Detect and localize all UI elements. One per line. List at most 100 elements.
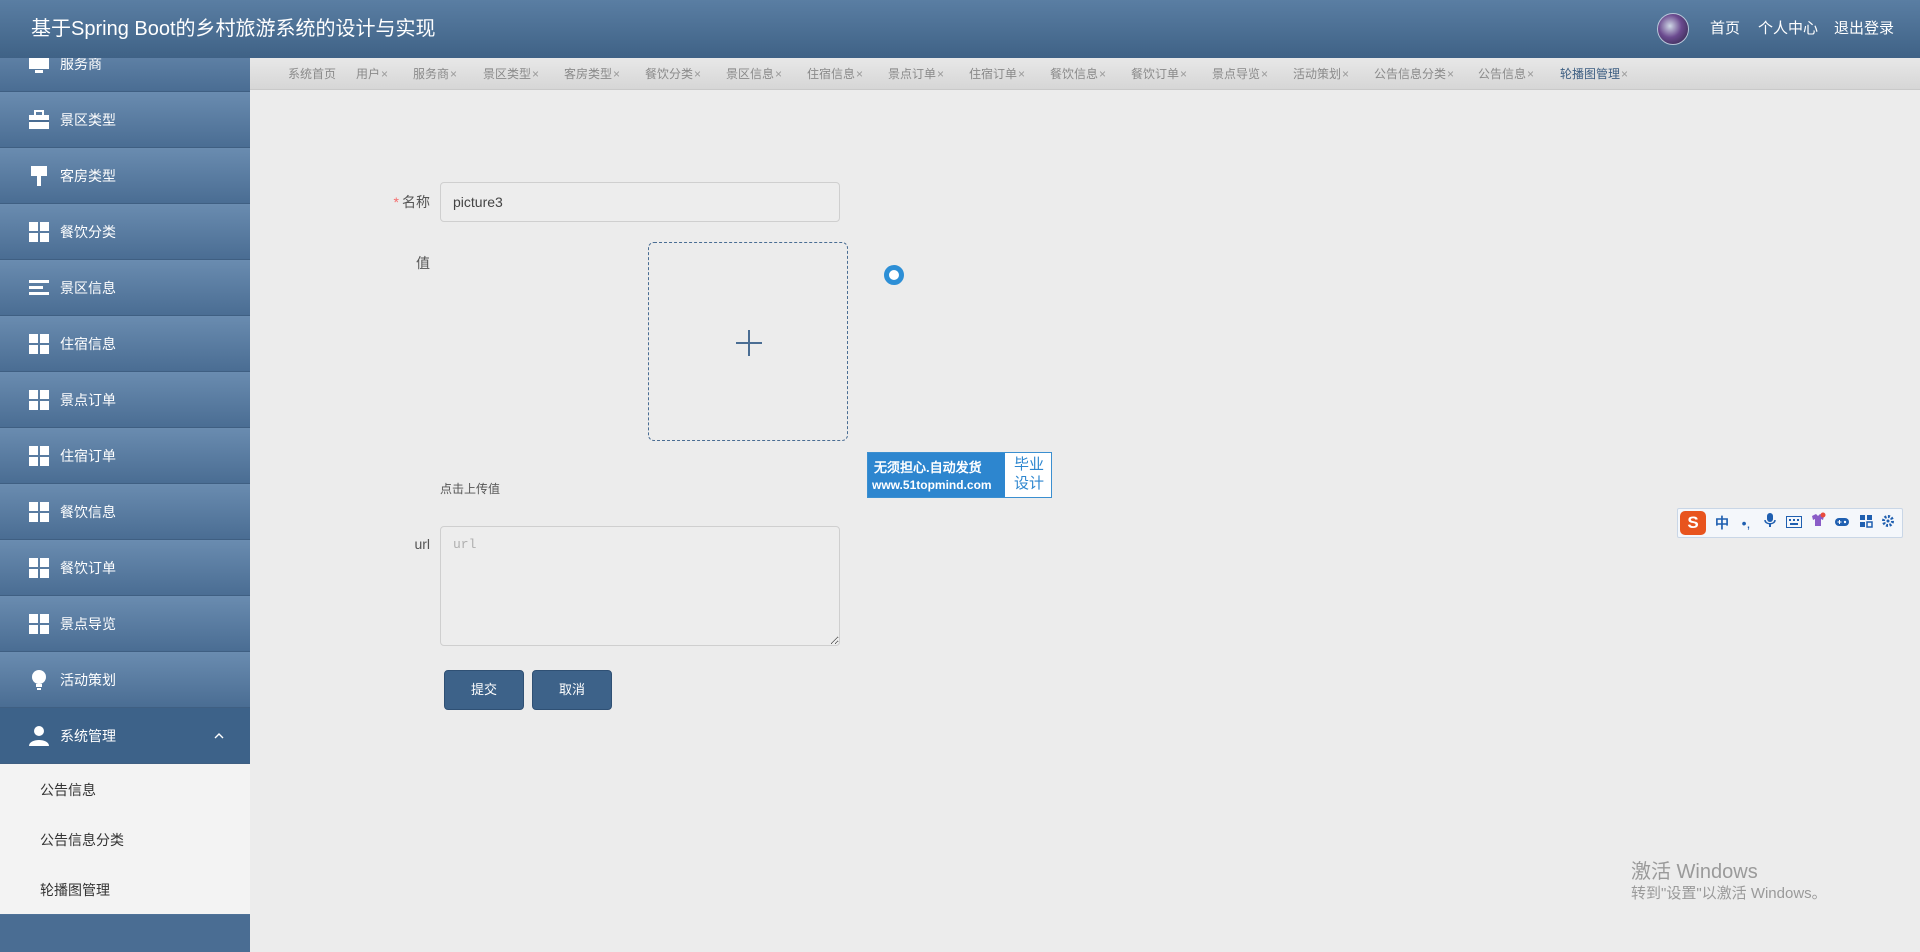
briefcase-icon [29,109,49,129]
tab-label: 轮播图管理 [1560,67,1621,81]
loading-spinner-icon [884,265,904,285]
user-icon [29,725,49,746]
sidebar-item-dining-category[interactable]: 餐饮分类 [0,204,250,260]
tab-scenic-info[interactable]: 景区信息× [726,58,782,90]
tab-scenic-type[interactable]: 景区类型× [483,58,539,90]
upload-hint: 点击上传值 [440,482,501,496]
sidebar-item-label: 系统管理 [60,728,116,744]
tab-announcement-categories[interactable]: 公告信息分类× [1374,58,1454,90]
submenu-item-carousel-management[interactable]: 轮播图管理 [40,880,110,900]
url-textarea[interactable] [440,526,840,646]
ime-mode[interactable]: 中 [1711,512,1733,534]
tab-label: 餐饮信息 [1050,67,1099,81]
home-link[interactable]: 首页 [1710,0,1740,58]
close-icon[interactable]: × [694,67,701,81]
tab-home[interactable]: 系统首页 [288,58,336,90]
sidebar-item-provider[interactable]: 服务商 [0,58,250,92]
tab-label: 景区类型 [483,67,532,81]
close-icon[interactable]: × [1447,67,1454,81]
keyboard-icon[interactable] [1783,512,1805,534]
tab-dining-category[interactable]: 餐饮分类× [645,58,701,90]
submenu: 公告信息 公告信息分类 轮播图管理 [0,764,250,914]
sidebar-item-attraction-guide[interactable]: 景点导览 [0,596,250,652]
tab-users[interactable]: 用户× [356,58,388,90]
tab-bar: 系统首页 用户× 服务商× 景区类型× 客房类型× 餐饮分类× 景区信息× 住宿… [250,58,1920,90]
tab-lodging-orders[interactable]: 住宿订单× [969,58,1025,90]
close-icon[interactable]: × [856,67,863,81]
tab-label: 住宿订单 [969,67,1018,81]
tab-carousel-management[interactable]: 轮播图管理× [1560,58,1628,90]
ad-line2: www.51topmind.com [872,478,992,492]
tab-provider[interactable]: 服务商× [413,58,457,90]
image-uploader[interactable] [648,242,848,441]
sidebar-item-system-management[interactable]: 系统管理 [0,708,250,764]
tab-label: 客房类型 [564,67,613,81]
tab-label: 餐饮订单 [1131,67,1180,81]
sidebar-item-label: 景点订单 [60,392,116,408]
tab-attraction-guide[interactable]: 景点导览× [1212,58,1268,90]
plus-icon-vertical [748,330,750,356]
punctuation-icon[interactable]: •, [1735,512,1757,534]
sogou-logo-icon[interactable]: S [1680,511,1706,535]
close-icon[interactable]: × [775,67,782,81]
sidebar-item-label: 餐饮分类 [60,224,116,240]
sidebar-item-label: 餐饮信息 [60,504,116,520]
sidebar-item-scenic-type[interactable]: 景区类型 [0,92,250,148]
close-icon[interactable]: × [1261,67,1268,81]
tab-dining-info[interactable]: 餐饮信息× [1050,58,1106,90]
microphone-icon[interactable] [1759,512,1781,534]
ad-badge[interactable]: 无须担心.自动发货 www.51topmind.com 毕业设计 [867,452,1052,498]
tab-label: 景点导览 [1212,67,1261,81]
sidebar-item-attraction-orders[interactable]: 景点订单 [0,372,250,428]
tab-announcements[interactable]: 公告信息× [1478,58,1534,90]
sidebar-item-dining-info[interactable]: 餐饮信息 [0,484,250,540]
gamepad-icon[interactable] [1831,512,1853,534]
bulb-icon [32,669,46,690]
cancel-button[interactable]: 取消 [532,670,612,710]
sidebar-item-label: 景区类型 [60,112,116,128]
name-input[interactable] [440,182,840,222]
tab-dining-orders[interactable]: 餐饮订单× [1131,58,1187,90]
sidebar-footer [0,915,250,952]
close-icon[interactable]: × [937,67,944,81]
skin-icon[interactable] [1807,512,1829,534]
sidebar-item-lodging-orders[interactable]: 住宿订单 [0,428,250,484]
tab-lodging-info[interactable]: 住宿信息× [807,58,863,90]
close-icon[interactable]: × [1621,67,1628,81]
app-title: 基于Spring Boot的乡村旅游系统的设计与实现 [31,18,436,40]
sidebar-item-room-type[interactable]: 客房类型 [0,148,250,204]
close-icon[interactable]: × [1018,67,1025,81]
tab-activity-planning[interactable]: 活动策划× [1293,58,1349,90]
close-icon[interactable]: × [532,67,539,81]
url-label: url [414,536,430,552]
ime-toolbar[interactable]: S 中 •, [1677,508,1903,538]
sidebar-item-activity-planning[interactable]: 活动策划 [0,652,250,708]
tab-attraction-orders[interactable]: 景点订单× [888,58,944,90]
close-icon[interactable]: × [450,67,457,81]
submit-button[interactable]: 提交 [444,670,524,710]
gear-icon[interactable] [1877,512,1899,534]
logout-link[interactable]: 退出登录 [1834,0,1894,58]
profile-link[interactable]: 个人中心 [1758,0,1818,58]
sidebar-item-scenic-info[interactable]: 景区信息 [0,260,250,316]
close-icon[interactable]: × [613,67,620,81]
close-icon[interactable]: × [1342,67,1349,81]
close-icon[interactable]: × [1099,67,1106,81]
sidebar-item-label: 景区信息 [60,280,116,296]
name-label: * 名称 [380,192,430,212]
activation-watermark-subtitle: 转到"设置"以激活 Windows。 [1631,885,1827,902]
submenu-item-announcements[interactable]: 公告信息 [40,780,96,800]
grid-icon [29,445,49,466]
close-icon[interactable]: × [1527,67,1534,81]
tab-label: 公告信息 [1478,67,1527,81]
close-icon[interactable]: × [381,67,388,81]
avatar[interactable] [1657,13,1689,45]
submenu-item-announcement-categories[interactable]: 公告信息分类 [40,830,124,850]
tab-room-type[interactable]: 客房类型× [564,58,620,90]
toolbox-icon[interactable] [1855,512,1877,534]
tab-label: 服务商 [413,67,450,81]
ad-side-text: 毕业设计 [1013,456,1044,492]
sidebar-item-dining-orders[interactable]: 餐饮订单 [0,540,250,596]
close-icon[interactable]: × [1180,67,1187,81]
sidebar-item-lodging-info[interactable]: 住宿信息 [0,316,250,372]
